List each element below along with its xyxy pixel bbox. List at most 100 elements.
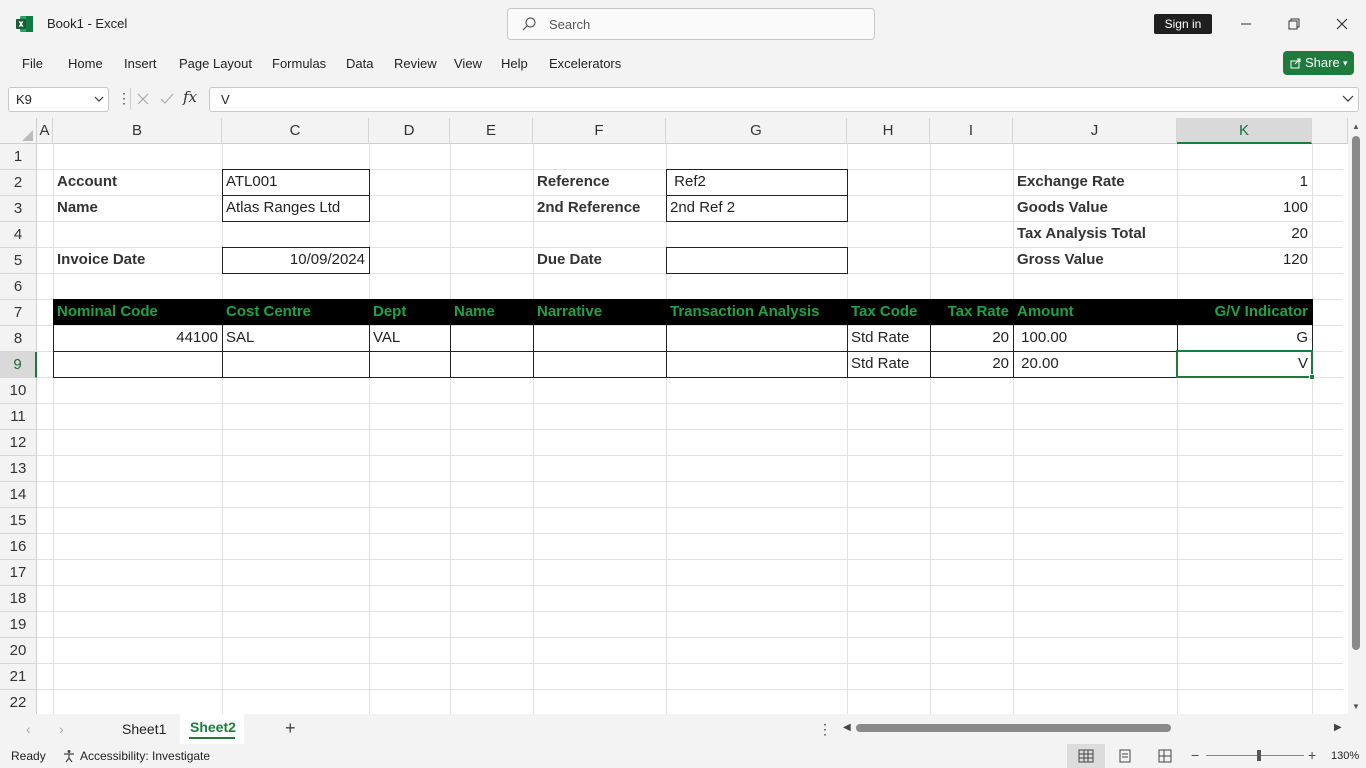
vertical-scroll-thumb[interactable]	[1352, 136, 1360, 650]
row-header-4[interactable]: 4	[0, 222, 37, 248]
row-header-21[interactable]: 21	[0, 664, 37, 690]
normal-view-button[interactable]	[1067, 744, 1105, 768]
name-box[interactable]: K9	[8, 87, 109, 112]
sheet-tab-sheet1[interactable]: Sheet1	[122, 721, 166, 737]
cell-k8[interactable]: G	[1177, 325, 1312, 351]
cell-g3[interactable]: 2nd Ref 2	[666, 195, 847, 221]
cell-i7[interactable]: Tax Rate	[930, 299, 1013, 325]
share-button[interactable]: Share ▾	[1283, 51, 1354, 75]
cell-d8[interactable]: VAL	[369, 325, 450, 351]
horizontal-scroll-thumb[interactable]	[856, 724, 1171, 732]
cell-b3[interactable]: Name	[53, 195, 222, 221]
page-break-view-icon[interactable]	[1158, 749, 1172, 763]
chevron-down-icon[interactable]	[93, 93, 105, 105]
cell-b5[interactable]: Invoice Date	[53, 247, 222, 273]
enter-icon[interactable]	[159, 91, 175, 107]
minimize-icon[interactable]	[1236, 14, 1256, 34]
cell-h9[interactable]: Std Rate	[847, 351, 930, 377]
zoom-slider-thumb[interactable]	[1257, 750, 1261, 761]
row-header-15[interactable]: 15	[0, 508, 37, 534]
cell-j4[interactable]: Tax Analysis Total	[1013, 221, 1177, 247]
cell-c8[interactable]: SAL	[222, 325, 369, 351]
page-layout-view-icon[interactable]	[1118, 749, 1132, 763]
row-header-14[interactable]: 14	[0, 482, 37, 508]
cell-c2[interactable]: ATL001	[222, 169, 369, 195]
column-header-d[interactable]: D	[369, 118, 450, 144]
row-header-16[interactable]: 16	[0, 534, 37, 560]
scroll-down-icon[interactable]: ▼	[1352, 702, 1360, 711]
row-header-22[interactable]: 22	[0, 690, 37, 714]
tab-help[interactable]: Help	[501, 56, 528, 71]
cell-i9[interactable]: 20	[930, 351, 1013, 377]
column-header-k[interactable]: K	[1177, 118, 1312, 144]
row-header-2[interactable]: 2	[0, 170, 37, 196]
expand-formula-icon[interactable]	[1341, 92, 1355, 106]
tab-excelerators[interactable]: Excelerators	[549, 56, 621, 71]
cell-k5[interactable]: 120	[1177, 247, 1312, 273]
cell-i8[interactable]: 20	[930, 325, 1013, 351]
active-cell-selection[interactable]	[1176, 350, 1313, 378]
cell-b8[interactable]: 44100	[53, 325, 222, 351]
cell-h7[interactable]: Tax Code	[847, 299, 930, 325]
cell-j8[interactable]: 100.00	[1013, 325, 1177, 351]
cell-g2[interactable]: Ref2	[666, 169, 847, 195]
row-header-10[interactable]: 10	[0, 378, 37, 404]
column-header-a[interactable]: A	[37, 118, 53, 144]
row-header-7[interactable]: 7	[0, 300, 37, 326]
cell-k3[interactable]: 100	[1177, 195, 1312, 221]
tab-insert[interactable]: Insert	[124, 56, 157, 71]
cell-f3[interactable]: 2nd Reference	[533, 195, 666, 221]
cell-f7[interactable]: Narrative	[533, 299, 666, 325]
cell-c3[interactable]: Atlas Ranges Ltd	[222, 195, 369, 221]
row-header-11[interactable]: 11	[0, 404, 37, 430]
cancel-icon[interactable]	[135, 91, 151, 107]
insert-function-icon[interactable]: fx	[183, 88, 197, 106]
cell-b2[interactable]: Account	[53, 169, 222, 195]
next-sheet-icon[interactable]: ›	[59, 721, 64, 737]
cell-b7[interactable]: Nominal Code	[53, 299, 222, 325]
sheet-tab-sheet2[interactable]: Sheet2	[180, 714, 244, 744]
cell-k2[interactable]: 1	[1177, 169, 1312, 195]
column-header-e[interactable]: E	[450, 118, 533, 144]
vertical-scrollbar[interactable]: ▲ ▼	[1348, 118, 1366, 714]
scroll-up-icon[interactable]: ▲	[1352, 122, 1360, 131]
row-header-17[interactable]: 17	[0, 560, 37, 586]
sign-in-button[interactable]: Sign in	[1154, 14, 1212, 34]
column-header-b[interactable]: B	[53, 118, 222, 144]
cell-j5[interactable]: Gross Value	[1013, 247, 1177, 273]
more-options-icon[interactable]: ⋮	[117, 90, 131, 107]
tab-file[interactable]: File	[22, 56, 43, 71]
close-icon[interactable]	[1332, 14, 1352, 34]
cell-k4[interactable]: 20	[1177, 221, 1312, 247]
column-header-f[interactable]: F	[533, 118, 666, 144]
cell-j9[interactable]: 20.00	[1013, 351, 1177, 377]
row-header-9[interactable]: 9	[0, 352, 37, 378]
row-header-13[interactable]: 13	[0, 456, 37, 482]
scroll-right-icon[interactable]: ▶	[1334, 722, 1342, 733]
column-header-j[interactable]: J	[1013, 118, 1177, 144]
column-header-c[interactable]: C	[222, 118, 369, 144]
row-header-20[interactable]: 20	[0, 638, 37, 664]
column-header-i[interactable]: I	[930, 118, 1013, 144]
cell-c7[interactable]: Cost Centre	[222, 299, 369, 325]
tab-formulas[interactable]: Formulas	[272, 56, 326, 71]
cell-g7[interactable]: Transaction Analysis	[666, 299, 847, 325]
cell-j3[interactable]: Goods Value	[1013, 195, 1177, 221]
row-header-5[interactable]: 5	[0, 248, 37, 274]
scroll-left-icon[interactable]: ◀	[843, 722, 851, 733]
select-all-corner[interactable]	[0, 118, 37, 144]
more-options-icon[interactable]: ⋮	[818, 721, 832, 738]
cell-k7[interactable]: G/V Indicator	[1177, 299, 1312, 325]
restore-icon[interactable]	[1284, 14, 1304, 34]
row-header-12[interactable]: 12	[0, 430, 37, 456]
column-header-h[interactable]: H	[847, 118, 930, 144]
tab-review[interactable]: Review	[394, 56, 437, 71]
cell-c5[interactable]: 10/09/2024	[222, 247, 369, 273]
column-header-g[interactable]: G	[666, 118, 847, 144]
add-sheet-icon[interactable]: +	[285, 718, 296, 739]
accessibility-icon[interactable]	[62, 749, 76, 763]
zoom-slider[interactable]	[1206, 755, 1304, 756]
row-header-1[interactable]: 1	[0, 144, 37, 170]
worksheet-grid[interactable]: A B C D E F G H I J K 1 2 3 4 5 6 7 8 9 …	[0, 118, 1366, 714]
tab-home[interactable]: Home	[68, 56, 103, 71]
